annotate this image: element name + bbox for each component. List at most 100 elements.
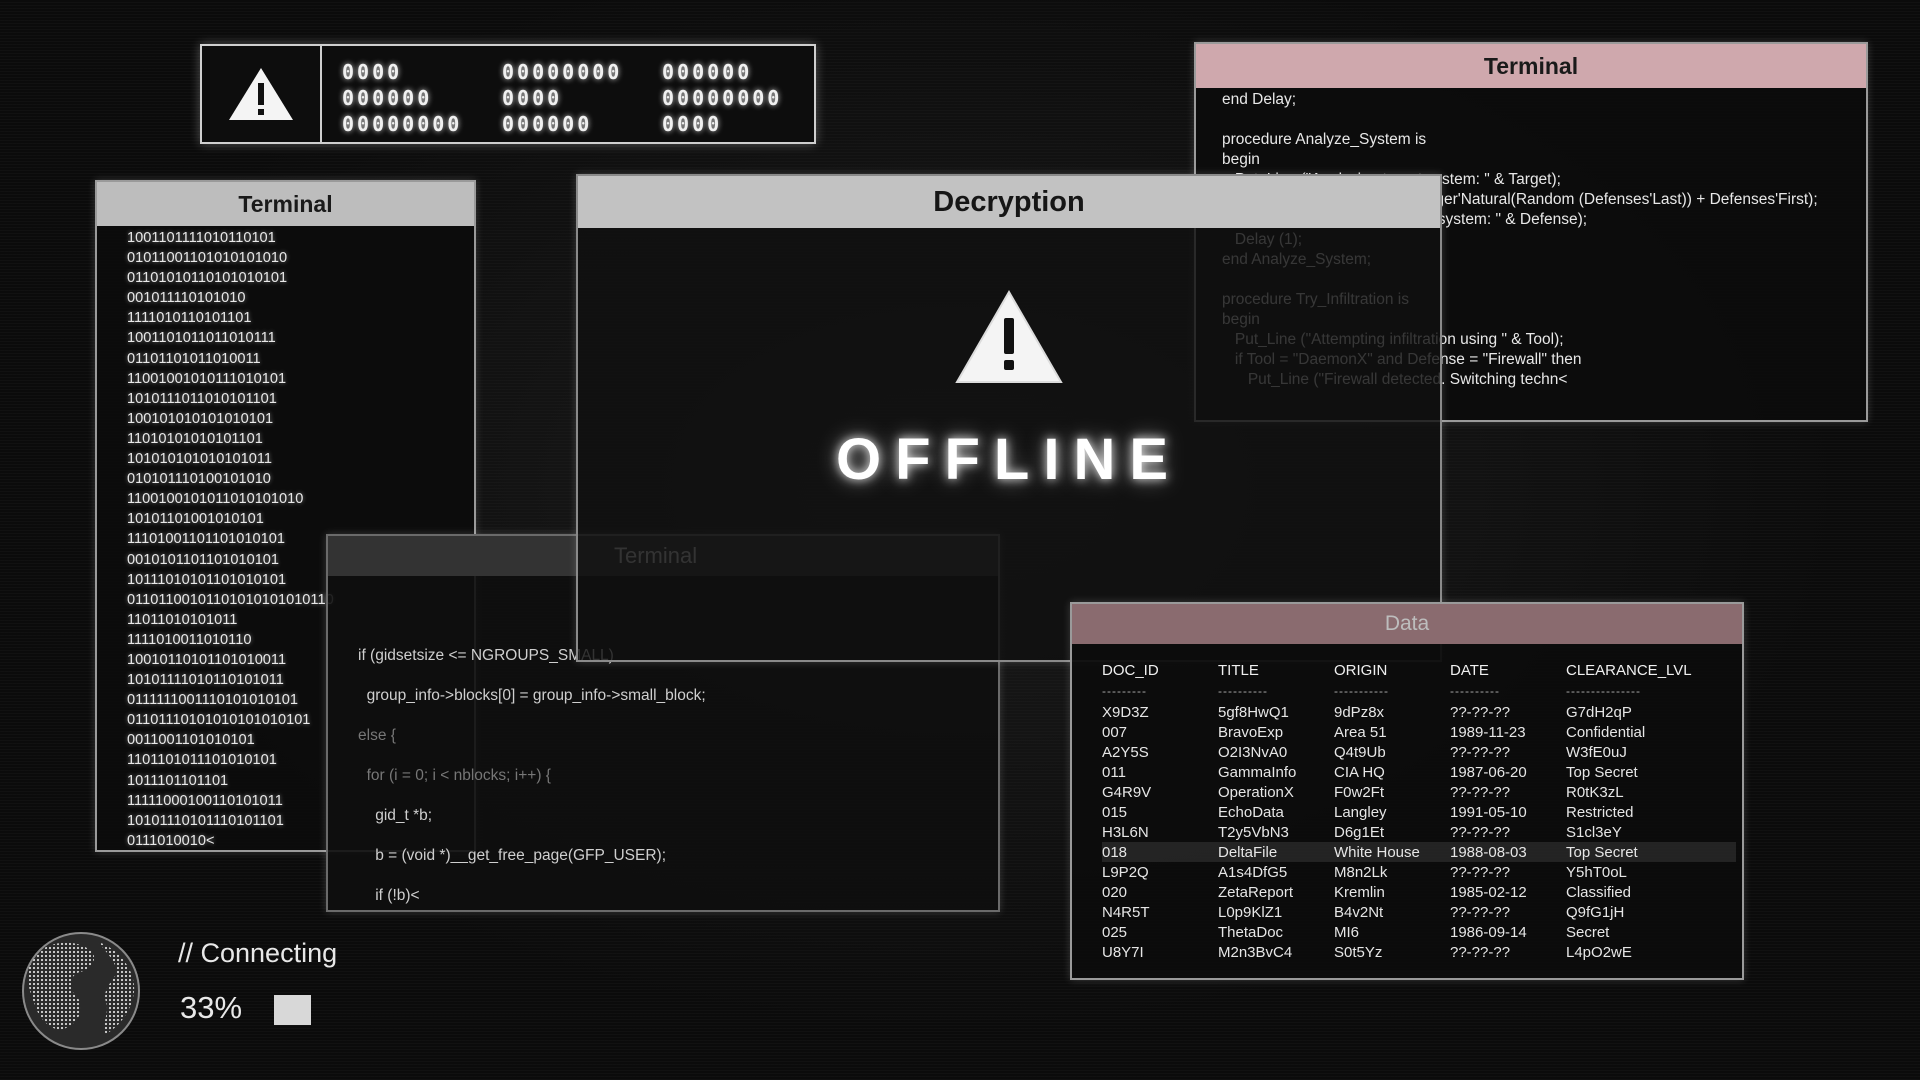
table-cell: DeltaFile <box>1218 842 1334 862</box>
terminal-line: gid_t *b; <box>358 807 433 824</box>
table-cell: L4pO2wE <box>1566 943 1632 961</box>
progress-fill <box>274 995 311 1025</box>
table-cell: 9dPz8x <box>1334 703 1385 721</box>
table-cell: White House <box>1334 842 1450 862</box>
progress-bar <box>274 995 386 1025</box>
table-cell: G7dH2qP <box>1566 703 1632 721</box>
window-title[interactable]: Terminal <box>97 182 474 226</box>
table-cell: Classified <box>1566 883 1632 901</box>
table-cell: Langley <box>1334 803 1387 821</box>
alert-codes: 0000 00000000 000000 000000 0000 0000000… <box>342 60 802 136</box>
column-header: DATE <box>1450 661 1489 679</box>
terminal-line: else { <box>358 727 396 744</box>
data-table: DOC_ID TITLE ORIGIN DATE CLEARANCE_LVL -… <box>1102 660 1736 962</box>
code-cell: 000000 <box>342 86 433 110</box>
terminal-line: 101010101010101011 <box>127 451 273 468</box>
column-header: ORIGIN <box>1334 661 1388 679</box>
separator-cell: ----------- <box>1334 684 1389 698</box>
table-row[interactable]: U8Y7I M2n3BvC4 S0t5Yz ??-??-?? L4pO2wE <box>1102 942 1736 962</box>
table-row[interactable]: A2Y5S O2I3NvA0 Q4t9Ub ??-??-?? W3fE0uJ <box>1102 742 1736 762</box>
code-cell: 0000 <box>342 60 403 84</box>
terminal-line: 1111010110101101 <box>127 310 252 327</box>
separator-cell: ---------- <box>1218 684 1268 698</box>
terminal-line: 11010101010101101 <box>127 430 263 447</box>
table-cell: 025 <box>1102 923 1128 941</box>
table-cell: D6g1Et <box>1334 823 1385 841</box>
table-row[interactable]: L9P2Q A1s4DfG5 M8n2Lk ??-??-?? Y5hT0oL <box>1102 862 1736 882</box>
table-cell: S1cl3eY <box>1566 823 1622 841</box>
warning-icon <box>955 290 1063 383</box>
table-cell: 007 <box>1102 723 1128 741</box>
terminal-line: if (!b)< <box>358 887 420 904</box>
table-cell: 5gf8HwQ1 <box>1218 703 1289 721</box>
table-cell: W3fE0uJ <box>1566 743 1627 761</box>
table-header-row: DOC_ID TITLE ORIGIN DATE CLEARANCE_LVL <box>1102 660 1736 680</box>
table-row[interactable]: N4R5T L0p9KlZ1 B4v2Nt ??-??-?? Q9fG1jH <box>1102 902 1736 922</box>
table-cell: 1988-08-03 <box>1450 842 1566 862</box>
table-cell: O2I3NvA0 <box>1218 743 1288 761</box>
table-cell: A1s4DfG5 <box>1218 863 1288 881</box>
table-cell: L9P2Q <box>1102 863 1149 881</box>
code-cell: 0000 <box>502 86 563 110</box>
connecting-label: // Connecting <box>178 938 338 968</box>
table-cell: 1985-02-12 <box>1450 883 1527 901</box>
table-cell: T2y5VbN3 <box>1218 823 1289 841</box>
table-cell: F0w2Ft <box>1334 783 1385 801</box>
table-cell: ThetaDoc <box>1218 923 1284 941</box>
table-cell: Area 51 <box>1334 723 1387 741</box>
table-row[interactable]: 025 ThetaDoc MI6 1986-09-14 Secret <box>1102 922 1736 942</box>
table-cell: G4R9V <box>1102 783 1152 801</box>
terminal-line: 01101010110101010101 <box>127 270 288 287</box>
terminal-line: end Delay; <box>1222 91 1297 108</box>
terminal-line: 001011110101010 <box>127 290 246 307</box>
code-cell: 00000000 <box>342 112 463 136</box>
table-row[interactable]: 018 DeltaFile White House 1988-08-03 Top Sec… <box>1102 842 1736 862</box>
window-title[interactable]: Data <box>1072 604 1742 644</box>
separator-cell: ---------- <box>1450 684 1500 698</box>
terminal-line: procedure Analyze_System is <box>1222 131 1427 148</box>
table-cell: H3L6N <box>1102 823 1149 841</box>
table-body: X9D3Z 5gf8HwQ1 9dPz8x ??-??-?? G7dH2qP 007 Bra… <box>1102 702 1736 962</box>
table-cell: 011 <box>1102 763 1126 781</box>
table-row[interactable]: X9D3Z 5gf8HwQ1 9dPz8x ??-??-?? G7dH2qP <box>1102 702 1736 722</box>
table-cell: OperationX <box>1218 783 1294 801</box>
window-title[interactable]: Decryption <box>578 176 1440 228</box>
table-cell: Q9fG1jH <box>1566 903 1625 921</box>
table-cell: MI6 <box>1334 923 1360 941</box>
table-cell: R0tK3zL <box>1566 783 1624 801</box>
code-cell: 0000 <box>662 112 723 136</box>
terminal-line: 1010111011010101101 <box>127 390 277 407</box>
table-row[interactable]: 007 BravoExp Area 51 1989-11-23 Confidential <box>1102 722 1736 742</box>
table-row[interactable]: 015 EchoData Langley 1991-05-10 Restricted <box>1102 802 1736 822</box>
warning-icon <box>229 68 293 120</box>
terminal-line: b = (void *)__get_free_page(GFP_USER); <box>358 847 667 864</box>
terminal-line: 01101101011010011 <box>127 350 261 367</box>
code-cell: 000000 <box>502 112 593 136</box>
table-cell: Kremlin <box>1334 883 1385 901</box>
globe-icon <box>22 932 140 1050</box>
table-cell: Q4t9Ub <box>1334 743 1386 761</box>
terminal-line: 1100100101011010101010 <box>127 491 304 508</box>
table-row[interactable]: G4R9V OperationX F0w2Ft ??-??-?? R0tK3zL <box>1102 782 1736 802</box>
table-cell: 1986-09-14 <box>1450 923 1527 941</box>
data-window[interactable]: Data DOC_ID TITLE ORIGIN DATE CLEARANCE_… <box>1070 602 1744 980</box>
table-cell: 020 <box>1102 883 1128 901</box>
table-cell: ??-??-?? <box>1450 743 1511 761</box>
table-row[interactable]: H3L6N T2y5VbN3 D6g1Et ??-??-?? S1cl3eY <box>1102 822 1736 842</box>
table-row[interactable]: 011 GammaInfo CIA HQ 1987-06-20 Top Secret <box>1102 762 1736 782</box>
table-cell: ??-??-?? <box>1450 783 1511 801</box>
table-cell: B4v2Nt <box>1334 903 1384 921</box>
decryption-window[interactable]: Decryption OFFLINE <box>576 174 1442 662</box>
status-panel: OFFLINE <box>578 288 1440 493</box>
table-cell: ??-??-?? <box>1450 823 1511 841</box>
separator-cell: --------------- <box>1566 684 1641 698</box>
table-row[interactable]: 020 ZetaReport Kremlin 1985-02-12 Classified <box>1102 882 1736 902</box>
code-cell: 000000 <box>662 60 753 84</box>
offline-status: OFFLINE <box>835 427 1183 492</box>
window-title[interactable]: Terminal <box>1196 44 1866 88</box>
terminal-line: begin <box>1222 151 1260 168</box>
table-cell: Top Secret <box>1566 763 1638 781</box>
table-cell: 1987-06-20 <box>1450 763 1527 781</box>
terminal-line: 1001101111010110101 <box>127 230 276 246</box>
terminal-line: group_info->blocks[0] = group_info->smal… <box>358 687 706 704</box>
